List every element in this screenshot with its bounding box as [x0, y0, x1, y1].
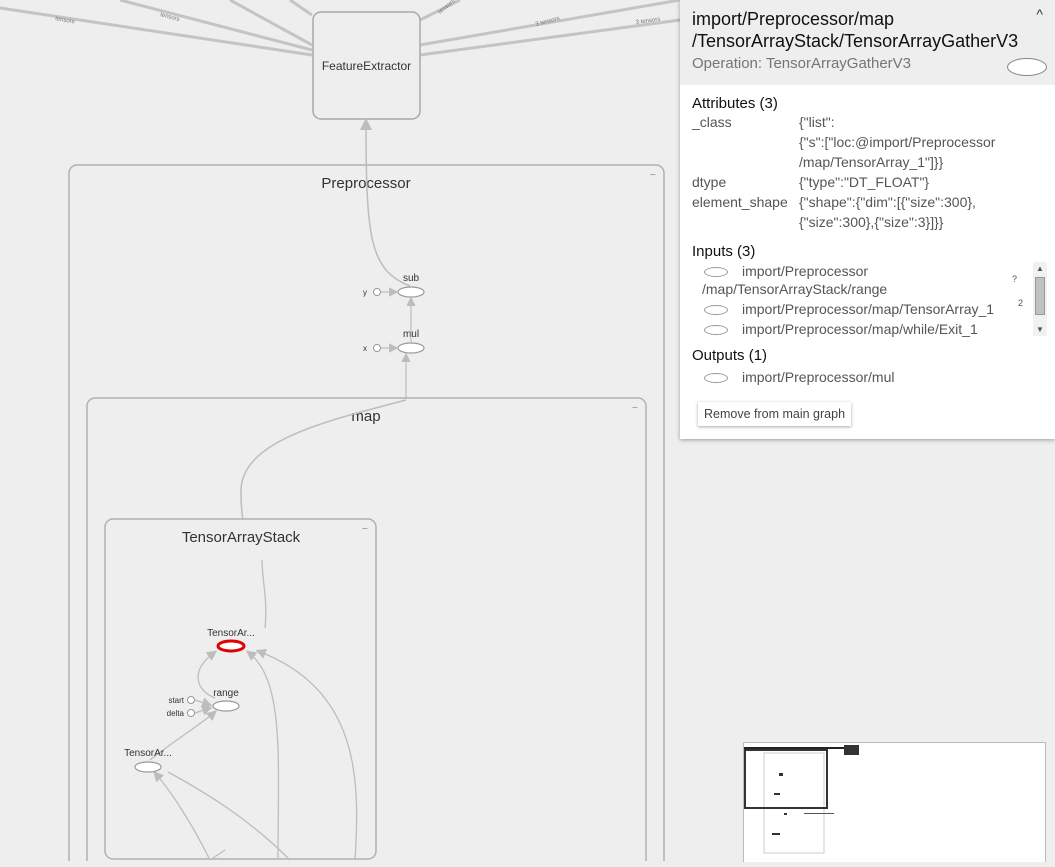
node-name: import/Preprocessor/map /TensorArrayStac…: [692, 8, 1043, 52]
minimap[interactable]: [743, 742, 1046, 862]
input-extra: 2: [1017, 298, 1023, 308]
input-name: import/Preprocessor/map/TensorArray_1: [742, 301, 995, 317]
attribute-row: _class {"list": {"s":["loc:@import/Prepr…: [692, 112, 1047, 172]
inputs-title: Inputs (3): [692, 243, 756, 260]
tensor-array-stack-group[interactable]: TensorArrayStack −: [104, 518, 377, 860]
attribute-row: element_shape {"shape":{"dim":[{"size":3…: [692, 192, 1047, 232]
node-info-card: import/Preprocessor/map /TensorArrayStac…: [680, 0, 1055, 439]
input-item[interactable]: import/Preprocessor/map/TensorArray_1 2: [692, 298, 1047, 318]
attributes-title: Attributes (3): [692, 95, 778, 112]
input-item[interactable]: import/Preprocessor/map/while/Exit_1: [692, 320, 1047, 338]
feature-extractor-node[interactable]: FeatureExtractor: [312, 11, 421, 120]
chevron-up-icon[interactable]: ^: [1036, 6, 1043, 22]
feature-extractor-label: FeatureExtractor: [322, 59, 411, 73]
tensor-array-size-label: TensorAr...: [124, 748, 172, 759]
op-node-icon: [704, 267, 728, 278]
node-shape-icon: [1007, 58, 1047, 76]
attribute-key: _class: [692, 114, 732, 130]
delta-const-node[interactable]: delta: [167, 709, 195, 718]
expand-icon[interactable]: −: [650, 170, 656, 181]
y-label: y: [363, 288, 367, 297]
start-const-node[interactable]: start: [168, 696, 195, 705]
scroll-up-icon[interactable]: ▲: [1033, 264, 1047, 273]
minimap-viewport[interactable]: [744, 749, 828, 809]
input-name: import/Preprocessor: [742, 263, 869, 279]
attribute-row: dtype {"type":"DT_FLOAT"}: [692, 172, 1047, 192]
remove-from-main-graph-button[interactable]: Remove from main graph: [698, 402, 852, 426]
scroll-thumb[interactable]: [1035, 277, 1045, 315]
output-name: import/Preprocessor/mul: [742, 369, 895, 385]
edge-label: tensors: [437, 0, 456, 16]
attribute-key: element_shape: [692, 194, 788, 210]
op-node-icon: [704, 325, 728, 336]
delta-label: delta: [167, 709, 185, 718]
output-item[interactable]: import/Preprocessor/mul: [692, 368, 1047, 386]
edge-label: 3 tensors: [535, 16, 560, 28]
expand-icon[interactable]: −: [362, 524, 368, 535]
attribute-value: {"shape":{"dim":[{"size":300},: [799, 194, 976, 210]
operation-label: Operation: TensorArrayGatherV3: [692, 55, 912, 72]
tensor-array-gather-label: TensorAr...: [207, 628, 255, 639]
attribute-key: dtype: [692, 174, 727, 190]
outputs-section: Outputs (1) import/Preprocessor/mul: [692, 347, 1047, 386]
attribute-value: /map/TensorArray_1"]}}: [799, 154, 944, 170]
x-label: x: [363, 344, 367, 353]
sub-label: sub: [403, 273, 420, 284]
attributes-section: Attributes (3) _class {"list": {"s":["lo…: [692, 95, 1047, 232]
inputs-section: Inputs (3) import/Preprocessor ? /map/Te…: [692, 243, 1047, 338]
input-item[interactable]: import/Preprocessor ?: [692, 262, 1047, 284]
op-node-icon: [704, 373, 728, 384]
attribute-value: {"size":300},{"size":3}]}}: [799, 214, 944, 230]
range-label: range: [213, 688, 239, 699]
attribute-value: {"list":: [799, 114, 835, 130]
inputs-scrollbar[interactable]: ▲ ▼: [1033, 262, 1047, 336]
node-name-line2: /TensorArrayStack/TensorArrayGatherV3: [692, 31, 1019, 51]
attribute-value: {"s":["loc:@import/Preprocessor: [799, 134, 996, 150]
node-name-line1: import/Preprocessor/map: [692, 9, 895, 29]
attribute-value: {"type":"DT_FLOAT"}: [799, 174, 930, 190]
start-label: start: [168, 696, 184, 705]
outputs-title: Outputs (1): [692, 347, 768, 364]
op-node-icon: [704, 305, 728, 316]
info-header: import/Preprocessor/map /TensorArrayStac…: [680, 0, 1055, 85]
scroll-down-icon[interactable]: ▼: [1033, 325, 1047, 334]
expand-icon[interactable]: −: [632, 403, 638, 414]
input-name: import/Preprocessor/map/while/Exit_1: [742, 321, 978, 337]
input-name-cont: /map/TensorArrayStack/range: [702, 281, 888, 297]
tensor-array-stack-label: TensorArrayStack: [182, 529, 301, 546]
